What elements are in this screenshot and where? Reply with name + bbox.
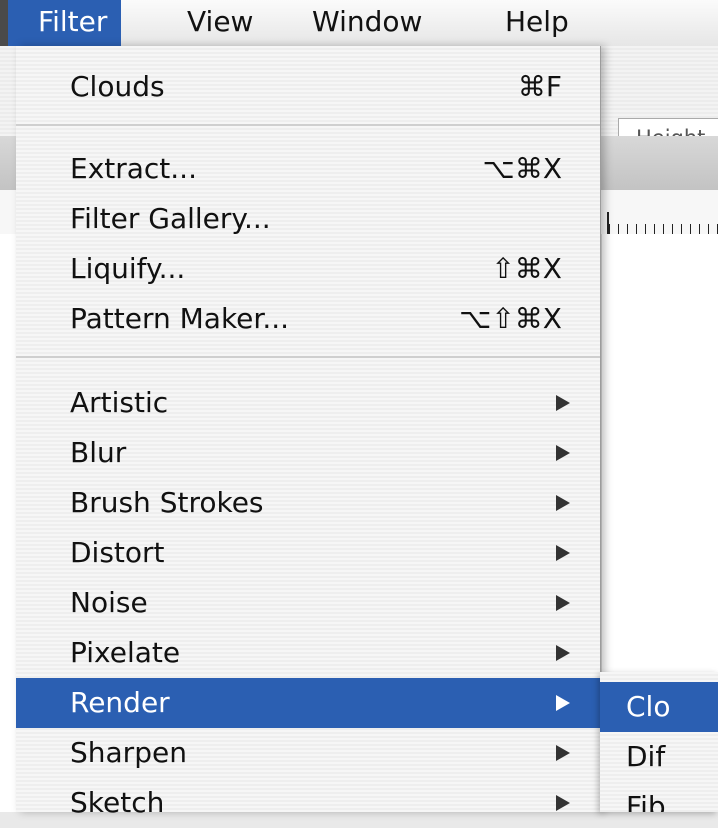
menu-item-label: Pixelate: [70, 636, 181, 669]
menu-item-extract[interactable]: Extract... ⌥⌘X: [16, 144, 600, 194]
submenu-item-label: Clo: [626, 690, 671, 723]
shortcut: ⇧⌘X: [491, 252, 562, 285]
render-submenu: Clo Dif Fib: [600, 672, 718, 812]
menu-item-label: Liquify...: [70, 252, 186, 285]
ruler-major-tick: [607, 212, 609, 234]
menu-view[interactable]: View: [187, 4, 253, 44]
menu-item-label: Distort: [70, 536, 165, 569]
menu-separator: [16, 356, 600, 358]
submenu-arrow-icon: [556, 545, 570, 561]
submenu-arrow-icon: [556, 495, 570, 511]
menu-item-label: Artistic: [70, 386, 169, 419]
submenu-item-label: Dif: [626, 740, 666, 773]
shortcut: ⌘F: [517, 70, 562, 103]
menu-item-pixelate[interactable]: Pixelate: [16, 628, 600, 678]
menu-item-artistic[interactable]: Artistic: [16, 378, 600, 428]
menu-item-liquify[interactable]: Liquify... ⇧⌘X: [16, 244, 600, 294]
menu-item-render[interactable]: Render: [16, 678, 600, 728]
menu-item-label: Sketch: [70, 786, 165, 819]
menu-item-clouds[interactable]: Clouds ⌘F: [16, 62, 600, 112]
menu-item-label: Sharpen: [70, 736, 187, 769]
menu-separator: [16, 124, 600, 126]
menu-item-pattern-maker[interactable]: Pattern Maker... ⌥⇧⌘X: [16, 294, 600, 344]
submenu-item-fibers[interactable]: Fib: [600, 782, 718, 812]
menu-item-label: Blur: [70, 436, 127, 469]
submenu-arrow-icon: [556, 795, 570, 811]
shortcut: ⌥⇧⌘X: [459, 302, 562, 335]
submenu-item-difference-clouds[interactable]: Dif: [600, 732, 718, 782]
submenu-arrow-icon: [556, 745, 570, 761]
menu-item-label: Extract...: [70, 152, 197, 185]
menu-item-label: Noise: [70, 586, 148, 619]
menu-bar-edge: [0, 0, 8, 46]
menu-item-label: Render: [70, 686, 170, 719]
menu-item-label: Pattern Maker...: [70, 302, 290, 335]
submenu-arrow-icon: [556, 595, 570, 611]
menu-item-brush-strokes[interactable]: Brush Strokes: [16, 478, 600, 528]
menu-bar: Filter View Window Help: [0, 0, 718, 47]
menu-item-label: Brush Strokes: [70, 486, 264, 519]
menu-item-distort[interactable]: Distort: [16, 528, 600, 578]
submenu-item-label: Fib: [626, 790, 666, 812]
menu-item-label: Filter Gallery...: [70, 202, 271, 235]
submenu-arrow-icon: [556, 395, 570, 411]
menu-window[interactable]: Window: [312, 4, 422, 44]
submenu-arrow-icon: [556, 645, 570, 661]
submenu-item-clouds[interactable]: Clo: [600, 682, 718, 732]
filter-menu: Clouds ⌘F Extract... ⌥⌘X Filter Gallery.…: [16, 46, 601, 819]
ruler-ticks: [600, 224, 718, 234]
menu-filter[interactable]: Filter: [8, 0, 122, 46]
menu-item-noise[interactable]: Noise: [16, 578, 600, 628]
menu-help[interactable]: Help: [505, 4, 569, 44]
menu-item-label: Clouds: [70, 70, 165, 103]
submenu-arrow-icon: [556, 445, 570, 461]
shortcut: ⌥⌘X: [482, 152, 562, 185]
menu-item-sketch[interactable]: Sketch: [16, 778, 600, 828]
submenu-arrow-icon: [556, 695, 570, 711]
menu-item-filter-gallery[interactable]: Filter Gallery...: [16, 194, 600, 244]
menu-item-blur[interactable]: Blur: [16, 428, 600, 478]
menu-item-sharpen[interactable]: Sharpen: [16, 728, 600, 778]
